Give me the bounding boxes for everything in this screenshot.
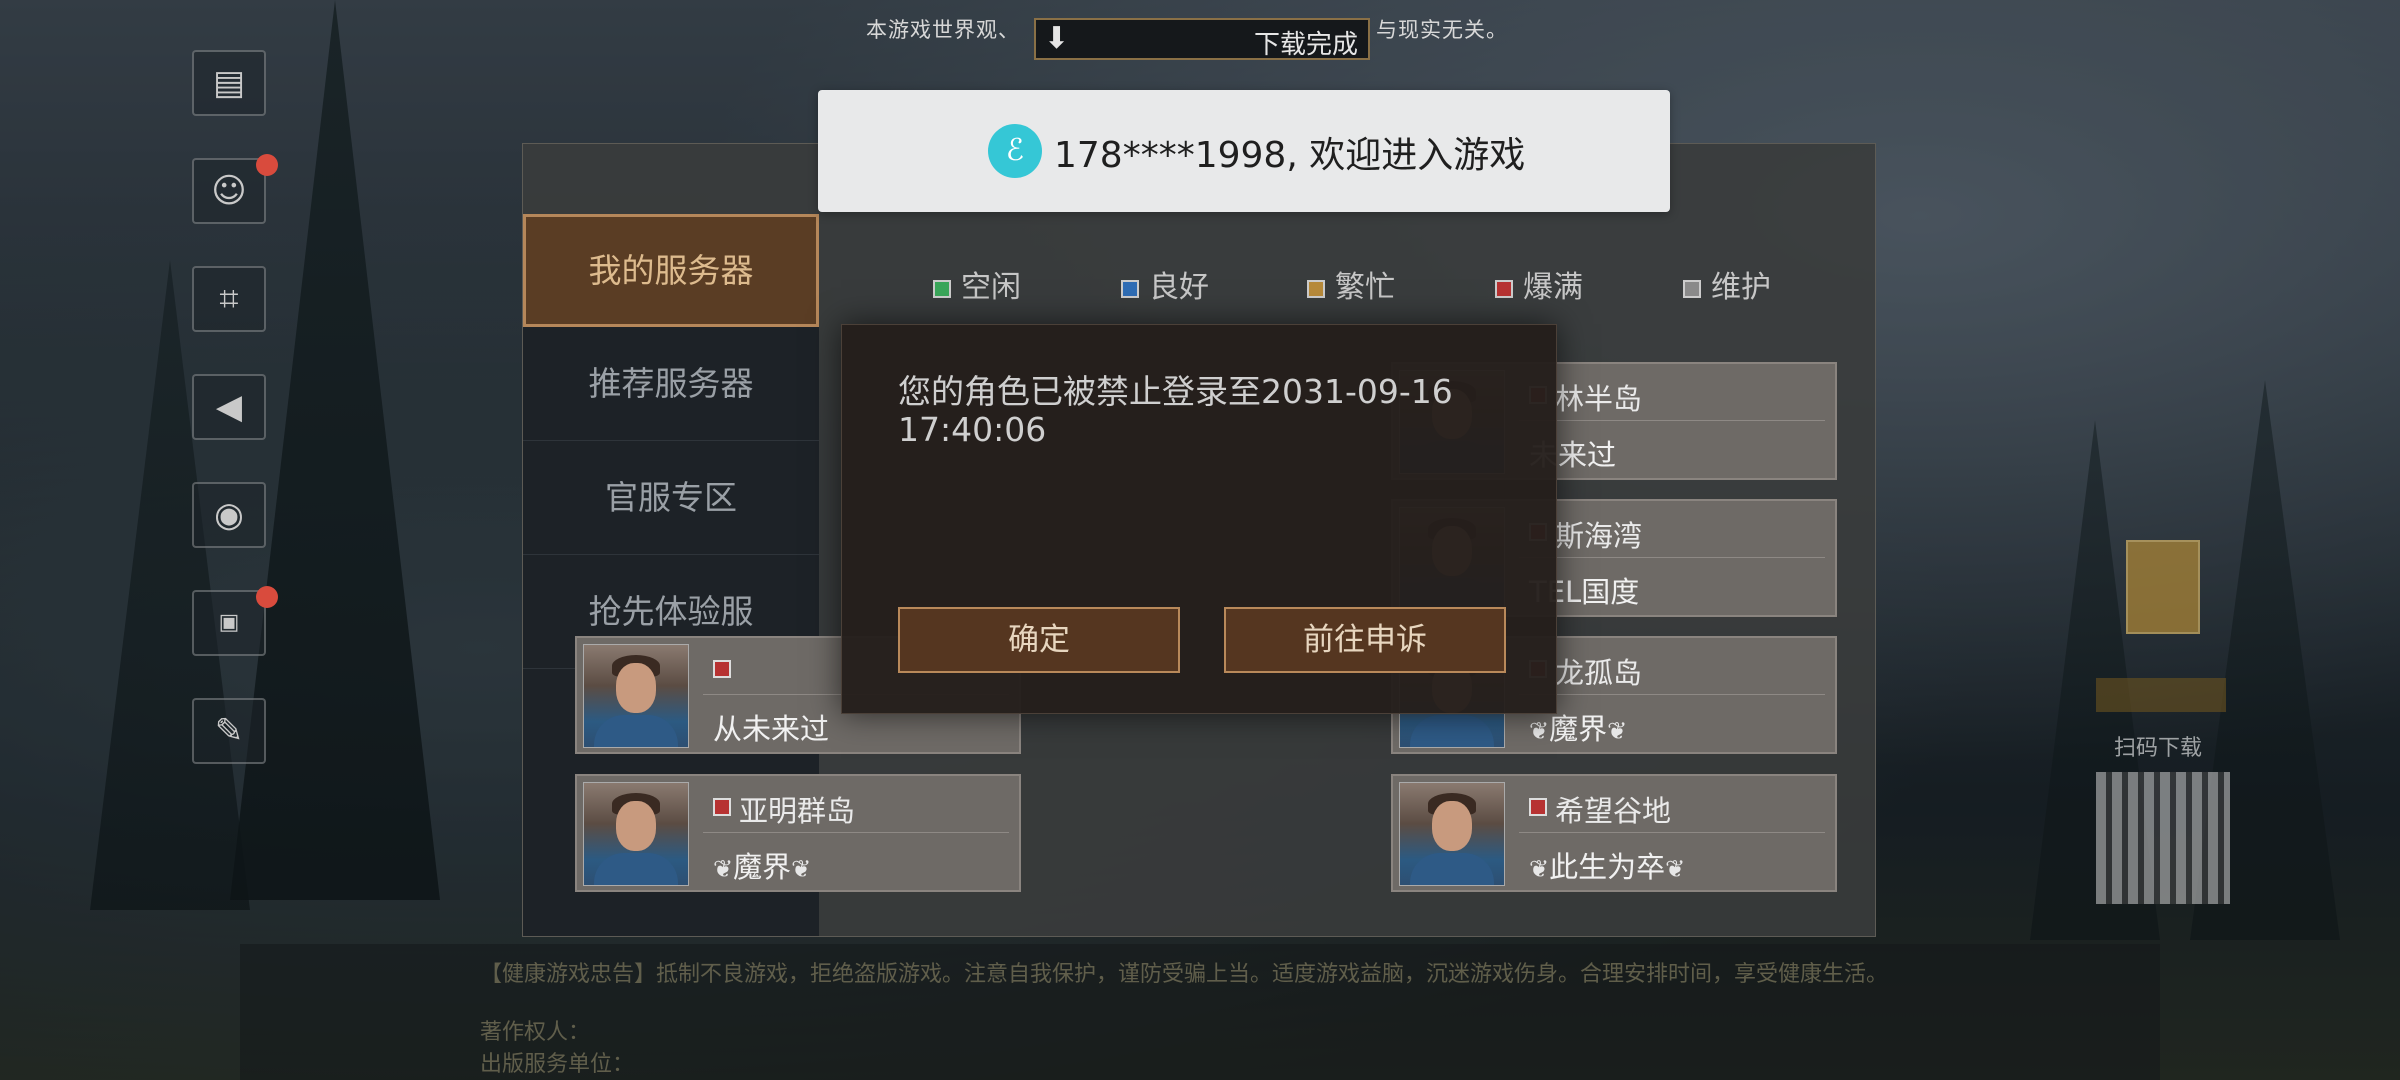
confirm-button[interactable]: 确定 (898, 607, 1180, 673)
legend-item-maintenance: 维护 (1683, 262, 1771, 306)
legend-item-busy: 繁忙 (1307, 262, 1395, 306)
character-name: ❦此生为卒❦ (1529, 850, 1686, 884)
welcome-text: 178****1998, 欢迎进入游戏 (1054, 135, 1526, 176)
download-status-bar: ⬇ 下载完成 (1034, 18, 1370, 60)
character-name: ❦魔界❦ (713, 850, 812, 884)
qr-label: 扫码下载 (2114, 736, 2203, 761)
server-card[interactable]: 希望谷地 ❦此生为卒❦ (1391, 774, 1837, 892)
server-name: 希望谷地 (1555, 794, 1672, 828)
legend-item-idle: 空闲 (933, 262, 1021, 306)
event-icon[interactable] (2126, 540, 2200, 634)
health-notice-footer: 【健康游戏忠告】抵制不良游戏，拒绝盗版游戏。注意自我保护，谨防受骗上当。适度游戏… (240, 944, 2160, 1080)
notification-dot (256, 586, 278, 608)
character-avatar (1399, 782, 1505, 886)
legend-item-good: 良好 (1121, 262, 1209, 306)
ornament-icon: ❦ (713, 855, 734, 883)
notification-dot (256, 154, 278, 176)
scan-icon: ⌗ (219, 279, 239, 319)
status-full-icon (713, 798, 731, 816)
legend-item-full: 爆满 (1495, 262, 1583, 306)
health-advice-text: 【健康游戏忠告】抵制不良游戏，拒绝盗版游戏。注意自我保护，谨防受骗上当。适度游戏… (480, 962, 1889, 987)
appeal-button[interactable]: 前往申诉 (1224, 607, 1506, 673)
character-avatar (583, 644, 689, 748)
login-ban-dialog: 您的角色已被禁止登录至2031-09-16 17:40:06 确定 前往申诉 (841, 324, 1557, 714)
event-button[interactable] (2096, 678, 2226, 712)
announcement-button[interactable]: ◀ (192, 374, 266, 440)
ban-message: 您的角色已被禁止登录至2031-09-16 17:40:06 (898, 372, 1453, 449)
user-icon: ☺ (211, 171, 247, 211)
status-square-icon (1307, 279, 1325, 298)
megaphone-icon: ◀ (215, 387, 243, 427)
server-name: 斯海湾 (1555, 519, 1643, 553)
server-name: 亚明群岛 (739, 794, 856, 828)
notice-icon: ▤ (212, 63, 246, 103)
server-status-legend: 空闲 良好 繁忙 爆满 维护 (933, 262, 1833, 305)
legend-label: 空闲 (961, 270, 1021, 305)
status-full-icon (713, 660, 731, 678)
status-square-icon (1495, 279, 1513, 298)
download-arrow-icon: ⬇ (1044, 21, 1070, 56)
legend-label: 良好 (1149, 270, 1209, 305)
user-button[interactable]: ☺ (192, 154, 278, 224)
welcome-toast: ℰ 178****1998, 欢迎进入游戏 (818, 90, 1670, 212)
tab-my-servers[interactable]: 我的服务器 (523, 214, 819, 327)
ornament-icon: ❦ (1665, 855, 1686, 883)
tab-recommended-servers[interactable]: 推荐服务器 (523, 327, 819, 441)
legend-label: 繁忙 (1335, 270, 1395, 305)
status-full-icon (1529, 798, 1547, 816)
ornament-icon: ❦ (1529, 717, 1550, 745)
copyright-holder-text: 著作权人： (480, 1020, 591, 1045)
legend-label: 维护 (1711, 270, 1771, 305)
download-status-label: 下载完成 (1253, 30, 1358, 60)
notice-left-text: 本游戏世界观、 (866, 18, 1020, 42)
publisher-text: 出版服务单位： (480, 1052, 635, 1077)
left-icon-bar: ▤ ☺ ⌗ ◀ ◉ ▣ ✎ (192, 50, 282, 806)
server-name: 龙孤岛 (1555, 656, 1643, 690)
character-name: 从未来过 (713, 712, 830, 746)
camera-icon: ◉ (214, 495, 244, 535)
tab-official-servers[interactable]: 官服专区 (523, 441, 819, 555)
ornament-icon: ❦ (791, 855, 812, 883)
edit-icon: ✎ (214, 711, 244, 751)
character-avatar (583, 782, 689, 886)
server-card[interactable]: 亚明群岛 ❦魔界❦ (575, 774, 1021, 892)
legend-label: 爆满 (1523, 270, 1583, 305)
scan-button[interactable]: ⌗ (192, 266, 266, 332)
notice-right-text: ，与现实无关。 (1354, 18, 1508, 42)
member-button[interactable]: ▣ (192, 586, 278, 656)
camera-button[interactable]: ◉ (192, 482, 266, 548)
qr-code-icon (2096, 772, 2230, 904)
app-logo-icon: ℰ (988, 124, 1042, 178)
status-square-icon (1683, 279, 1701, 298)
member-icon: ▣ (218, 610, 240, 635)
status-square-icon (933, 279, 951, 298)
notice-button[interactable]: ▤ (192, 50, 266, 116)
server-name: 林半岛 (1555, 382, 1643, 416)
ornament-icon: ❦ (1607, 717, 1628, 745)
status-square-icon (1121, 279, 1139, 298)
ornament-icon: ❦ (1529, 855, 1550, 883)
survey-button[interactable]: ✎ (192, 698, 266, 764)
